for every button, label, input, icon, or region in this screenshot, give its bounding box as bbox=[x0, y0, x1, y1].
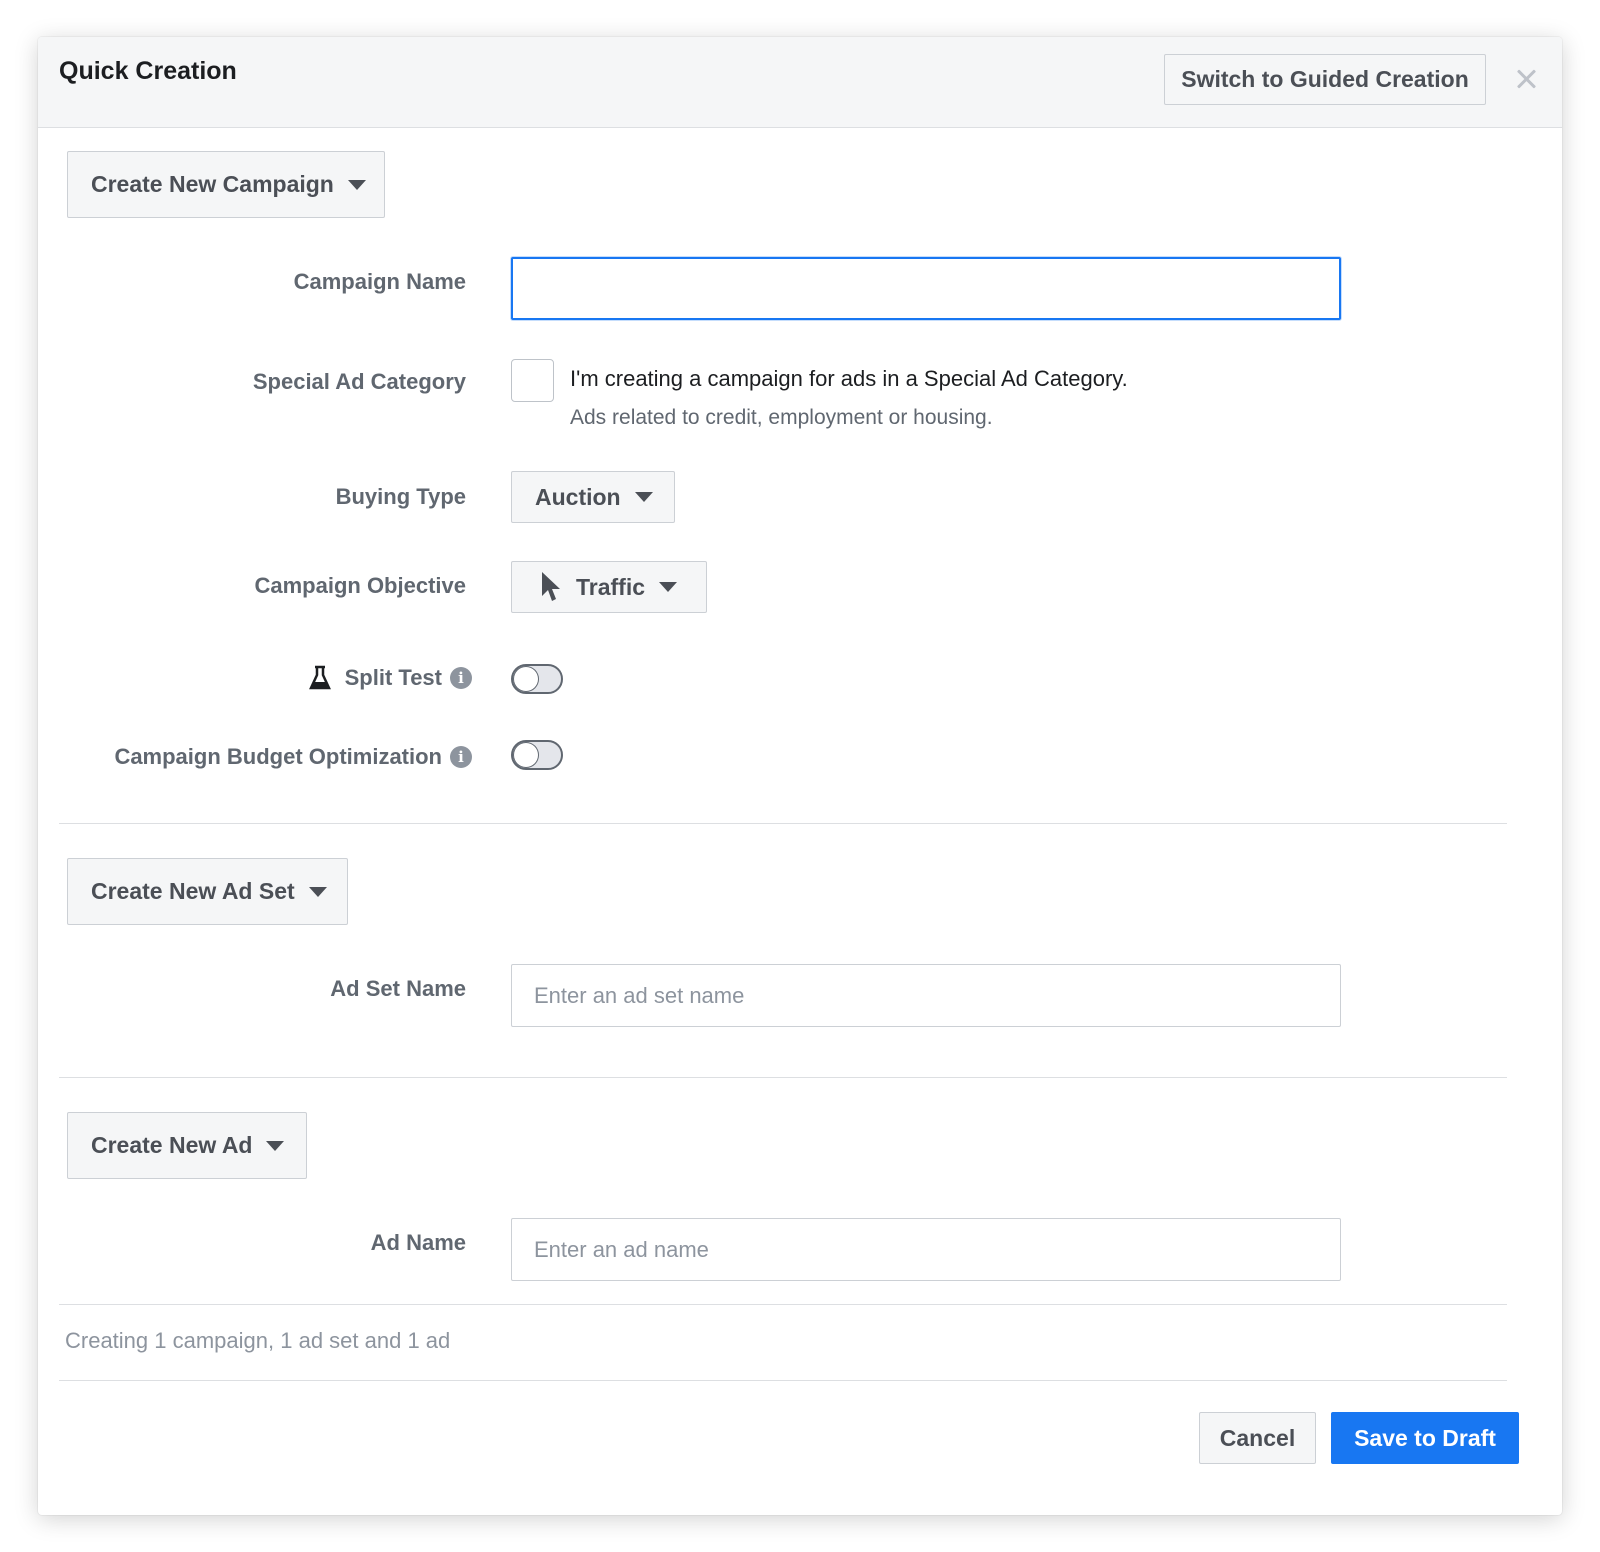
campaign-name-input[interactable] bbox=[511, 257, 1341, 320]
buying-type-dropdown[interactable]: Auction bbox=[511, 471, 675, 523]
split-test-label: Split Test bbox=[344, 665, 442, 690]
create-new-ad-set-dropdown[interactable]: Create New Ad Set bbox=[67, 858, 348, 925]
info-icon[interactable]: i bbox=[450, 746, 472, 768]
campaign-objective-label: Campaign Objective bbox=[254, 573, 466, 598]
ad-name-input[interactable] bbox=[511, 1218, 1341, 1281]
flask-icon bbox=[308, 665, 331, 690]
split-test-label-row: Split Test i bbox=[308, 665, 472, 691]
quick-creation-dialog: Quick Creation Switch to Guided Creation… bbox=[38, 37, 1562, 1515]
campaign-objective-value: Traffic bbox=[576, 573, 646, 600]
buying-type-label: Buying Type bbox=[335, 484, 466, 509]
caret-down-icon bbox=[308, 886, 327, 897]
section-divider bbox=[59, 823, 1507, 824]
save-to-draft-button[interactable]: Save to Draft bbox=[1331, 1412, 1519, 1464]
ad-set-name-label: Ad Set Name bbox=[330, 976, 466, 1001]
section-divider bbox=[59, 1304, 1507, 1305]
create-new-campaign-dropdown[interactable]: Create New Campaign bbox=[67, 151, 385, 218]
special-ad-category-subtext: Ads related to credit, employment or hou… bbox=[570, 406, 993, 429]
caret-down-icon bbox=[347, 179, 366, 190]
create-new-ad-set-label: Create New Ad Set bbox=[91, 878, 295, 904]
split-test-toggle[interactable] bbox=[511, 664, 563, 694]
switch-to-guided-button[interactable]: Switch to Guided Creation bbox=[1164, 54, 1486, 105]
cursor-icon bbox=[542, 572, 560, 601]
toggle-knob bbox=[514, 743, 538, 767]
create-new-campaign-label: Create New Campaign bbox=[91, 171, 334, 197]
toggle-knob bbox=[514, 667, 538, 691]
special-ad-category-label: Special Ad Category bbox=[252, 369, 466, 394]
caret-down-icon bbox=[266, 1140, 285, 1151]
budget-optimization-toggle[interactable] bbox=[511, 740, 563, 770]
special-ad-category-checkbox[interactable] bbox=[511, 359, 554, 402]
campaign-name-label: Campaign Name bbox=[293, 269, 466, 294]
campaign-objective-dropdown[interactable]: Traffic bbox=[511, 561, 707, 613]
dialog-title: Quick Creation bbox=[59, 57, 237, 85]
close-icon[interactable] bbox=[1513, 65, 1541, 93]
ad-set-name-input[interactable] bbox=[511, 964, 1341, 1027]
create-new-ad-label: Create New Ad bbox=[91, 1132, 253, 1158]
caret-down-icon bbox=[659, 582, 678, 592]
section-divider bbox=[59, 1077, 1507, 1078]
creation-summary: Creating 1 campaign, 1 ad set and 1 ad bbox=[65, 1328, 451, 1353]
budget-optimization-label: Campaign Budget Optimization bbox=[114, 744, 442, 769]
budget-optimization-label-row: Campaign Budget Optimization i bbox=[114, 744, 472, 770]
caret-down-icon bbox=[634, 492, 653, 502]
create-new-ad-dropdown[interactable]: Create New Ad bbox=[67, 1112, 307, 1179]
special-ad-category-text: I'm creating a campaign for ads in a Spe… bbox=[570, 366, 1128, 391]
buying-type-value: Auction bbox=[535, 483, 621, 510]
ad-name-label: Ad Name bbox=[370, 1230, 466, 1255]
section-divider bbox=[59, 1380, 1507, 1381]
info-icon[interactable]: i bbox=[450, 667, 472, 689]
cancel-button[interactable]: Cancel bbox=[1199, 1412, 1316, 1464]
dialog-header: Quick Creation Switch to Guided Creation bbox=[38, 37, 1562, 128]
